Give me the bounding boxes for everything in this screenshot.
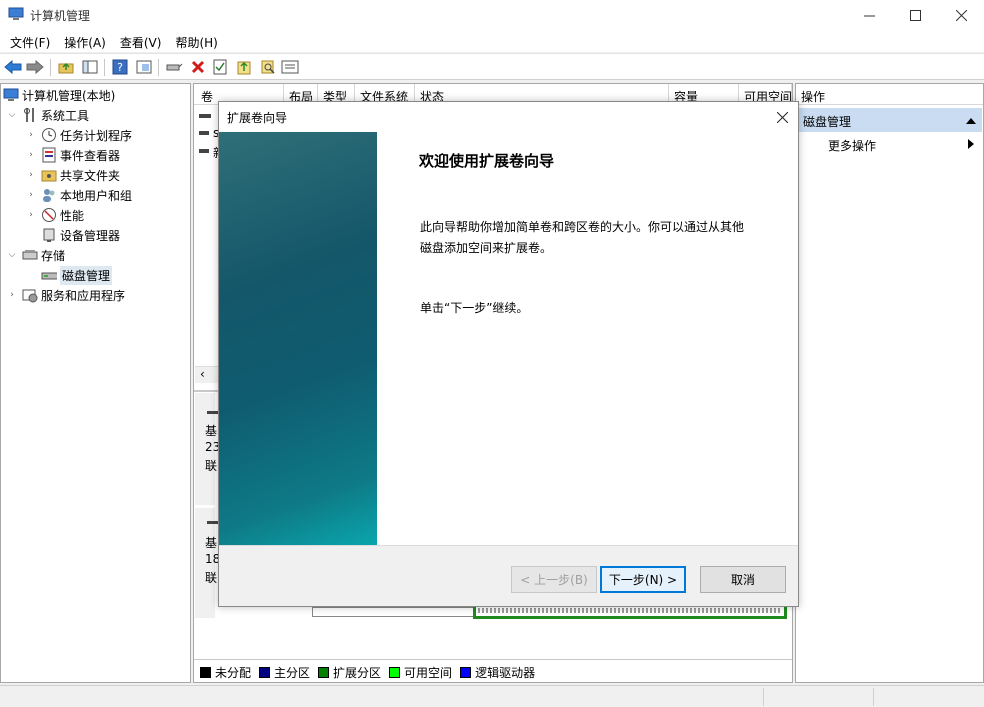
properties-icon[interactable]: [134, 57, 154, 77]
title-bar: 计算机管理: [0, 0, 984, 30]
forward-icon[interactable]: [25, 57, 45, 77]
legend-swatch-primary: [259, 666, 271, 678]
help-icon[interactable]: ?: [110, 57, 130, 77]
partition-block[interactable]: [312, 607, 474, 617]
svg-text:?: ?: [117, 61, 123, 74]
dialog-title: 扩展卷向导: [227, 111, 288, 125]
navigation-tree: 计算机管理(本地) ⌵ 系统工具 › 任务计划程序 › 事件查看器 › 共享文件…: [0, 83, 191, 683]
tools-icon: [22, 107, 38, 123]
legend-label: 主分区: [274, 665, 311, 680]
tree-item-root[interactable]: 计算机管理(本地): [3, 85, 115, 105]
tree-item-performance[interactable]: › 性能: [25, 205, 84, 225]
extend-volume-wizard-dialog: 扩展卷向导 欢迎使用扩展卷向导 此向导帮助你增加简单卷和跨区卷的大小。你可以通过…: [218, 101, 799, 607]
import-icon[interactable]: [234, 57, 254, 77]
chevron-down-icon[interactable]: ⌵: [6, 250, 18, 260]
volume-drive-icon: [199, 149, 209, 153]
chevron-right-icon[interactable]: ›: [25, 130, 37, 140]
clock-icon: [41, 127, 57, 143]
actions-pane: 操作 磁盘管理 更多操作: [795, 83, 984, 683]
legend-swatch-extended: [318, 666, 330, 678]
users-icon: [41, 187, 57, 203]
services-icon: [22, 287, 38, 303]
collapse-icon[interactable]: [966, 114, 976, 128]
up-folder-icon[interactable]: [56, 57, 76, 77]
tree-item-services[interactable]: › 服务和应用程序: [6, 285, 125, 305]
disk-icon: [41, 267, 57, 283]
dialog-close-button[interactable]: [769, 106, 795, 128]
more-actions-item[interactable]: 更多操作: [797, 134, 982, 154]
menu-view[interactable]: 查看(V): [113, 30, 169, 52]
chevron-right-icon[interactable]: ›: [25, 150, 37, 160]
legend-label: 扩展分区: [333, 665, 382, 680]
menu-help[interactable]: 帮助(H): [168, 30, 224, 52]
tree-item-storage[interactable]: ⌵ 存储: [6, 245, 65, 265]
tree-item-disk-management[interactable]: 磁盘管理: [37, 265, 113, 285]
close-button[interactable]: [938, 0, 984, 30]
legend: 未分配 主分区 扩展分区 可用空间 逻辑驱动器: [196, 662, 535, 682]
volume-drive-icon: [199, 114, 211, 118]
legend-swatch-unallocated: [200, 666, 211, 678]
menu-file[interactable]: 文件(F): [3, 30, 57, 52]
tree-item-shared-folders[interactable]: › 共享文件夹: [25, 165, 120, 185]
back-button[interactable]: < 上一步(B): [511, 566, 597, 593]
chevron-right-icon[interactable]: ›: [25, 190, 37, 200]
tree-item-task-scheduler[interactable]: › 任务计划程序: [25, 125, 132, 145]
next-button[interactable]: 下一步(N) >: [600, 566, 686, 593]
menu-bar: 文件(F) 操作(A) 查看(V) 帮助(H): [0, 30, 984, 52]
shared-folder-icon: [41, 167, 57, 183]
status-bar: [0, 685, 984, 707]
toolbar: ?: [0, 53, 984, 80]
console-icon[interactable]: [280, 57, 300, 77]
search-icon[interactable]: [258, 57, 278, 77]
back-icon[interactable]: [3, 57, 23, 77]
actions-section-disk-management[interactable]: 磁盘管理: [797, 108, 982, 132]
performance-icon: [41, 207, 57, 223]
dialog-button-bar: < 上一步(B) 下一步(N) > 取消: [219, 545, 798, 606]
wizard-continue-hint: 单击“下一步”继续。: [420, 301, 529, 315]
device-manager-icon: [41, 227, 57, 243]
checklist-icon[interactable]: [210, 57, 230, 77]
disk-info[interactable]: 基 18 联: [195, 508, 221, 618]
tree-item-event-viewer[interactable]: › 事件查看器: [25, 145, 120, 165]
scroll-left-icon[interactable]: ‹: [200, 367, 205, 381]
wizard-banner-image: [219, 132, 377, 545]
legend-swatch-free-space: [389, 666, 401, 678]
cancel-button[interactable]: 取消: [700, 566, 786, 593]
computer-management-icon: [8, 7, 24, 21]
legend-label: 逻辑驱动器: [475, 665, 536, 680]
chevron-right-icon[interactable]: ›: [6, 290, 18, 300]
wizard-heading: 欢迎使用扩展卷向导: [419, 152, 555, 170]
delete-icon[interactable]: [188, 57, 208, 77]
legend-swatch-logical: [460, 666, 472, 678]
legend-label: 可用空间: [404, 665, 453, 680]
window-title: 计算机管理: [30, 9, 91, 23]
disk-info[interactable]: 基 23 联: [195, 393, 221, 505]
event-log-icon: [41, 147, 57, 163]
chevron-right-icon[interactable]: ›: [25, 210, 37, 220]
chevron-down-icon[interactable]: ⌵: [6, 110, 18, 120]
storage-icon: [22, 247, 38, 263]
connect-drive-icon[interactable]: [164, 57, 184, 77]
chevron-right-icon[interactable]: ›: [25, 170, 37, 180]
menu-action[interactable]: 操作(A): [57, 30, 113, 52]
minimize-button[interactable]: [846, 0, 892, 30]
tree-item-local-users[interactable]: › 本地用户和组: [25, 185, 132, 205]
computer-icon: [3, 87, 19, 103]
volume-drive-icon: [199, 131, 209, 135]
legend-label: 未分配: [215, 665, 252, 680]
submenu-arrow-icon: [968, 138, 974, 152]
actions-header: 操作: [796, 84, 983, 105]
tree-item-device-manager[interactable]: 设备管理器: [37, 225, 120, 245]
wizard-description: 此向导帮助你增加简单卷和跨区卷的大小。你可以通过从其他 磁盘添加空间来扩展卷。: [420, 220, 745, 255]
maximize-button[interactable]: [892, 0, 938, 30]
show-hide-tree-icon[interactable]: [80, 57, 100, 77]
tree-item-system-tools[interactable]: ⌵ 系统工具: [6, 105, 89, 125]
